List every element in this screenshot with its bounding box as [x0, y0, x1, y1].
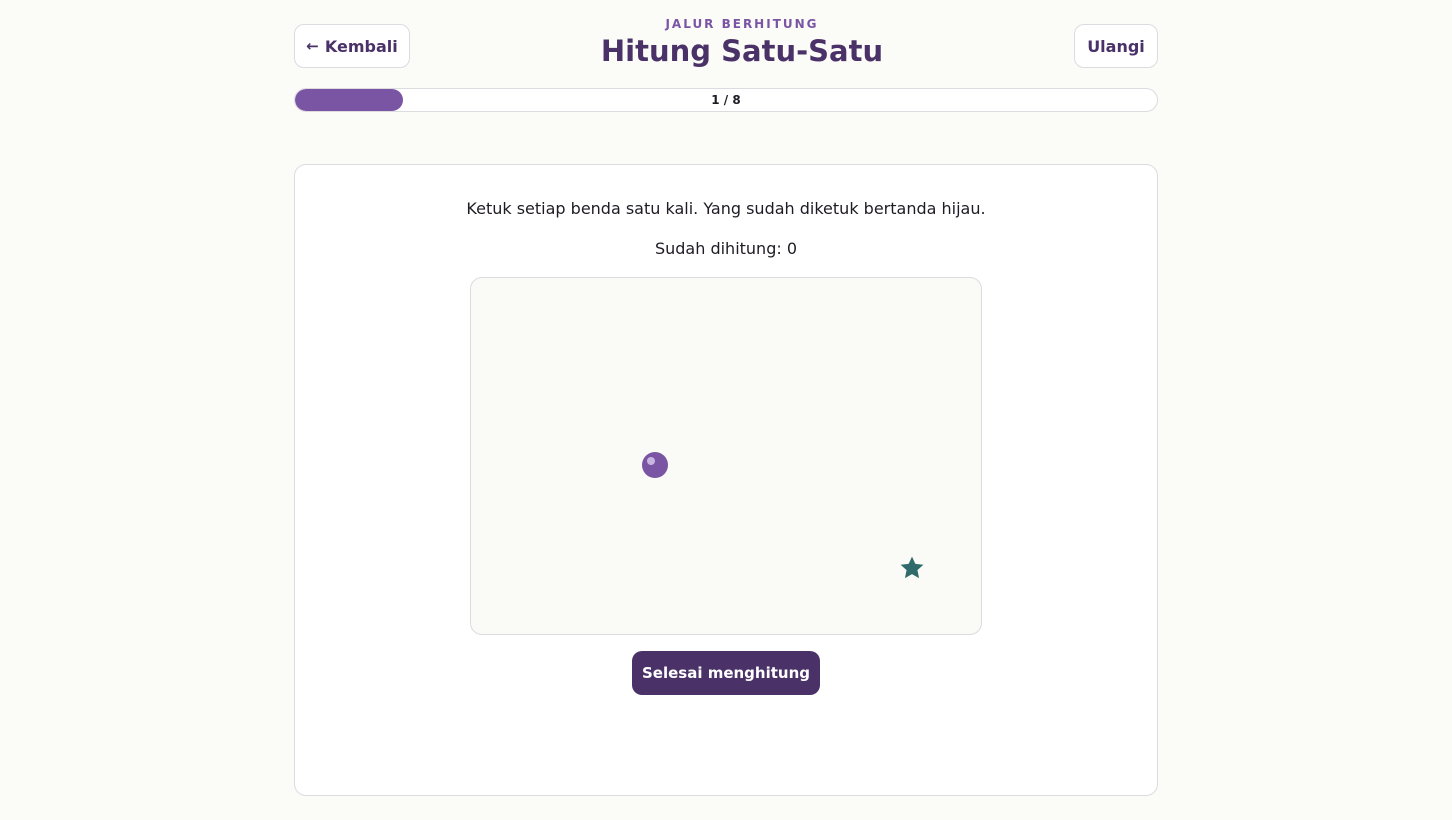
section-eyebrow: JALUR BERHITUNG	[665, 17, 819, 31]
counting-page: ← Kembali JALUR BERHITUNG Hitung Satu-Sa…	[0, 0, 1452, 820]
counted-status: Sudah dihitung: 0	[654, 239, 798, 258]
ball-icon[interactable]	[642, 452, 668, 478]
progress-label: 1 / 8	[711, 93, 741, 107]
page-title: Hitung Satu-Satu	[600, 34, 884, 68]
progress-bar: 1 / 8	[294, 88, 1158, 112]
counting-area	[470, 277, 982, 635]
activity-card: Ketuk setiap benda satu kali. Yang sudah…	[294, 164, 1158, 796]
reset-button[interactable]: Ulangi	[1074, 24, 1158, 68]
ball-highlight	[647, 457, 655, 465]
star-icon[interactable]	[899, 555, 925, 581]
instruction-text: Ketuk setiap benda satu kali. Yang sudah…	[466, 199, 986, 218]
finish-counting-button[interactable]: Selesai menghitung	[632, 651, 820, 695]
